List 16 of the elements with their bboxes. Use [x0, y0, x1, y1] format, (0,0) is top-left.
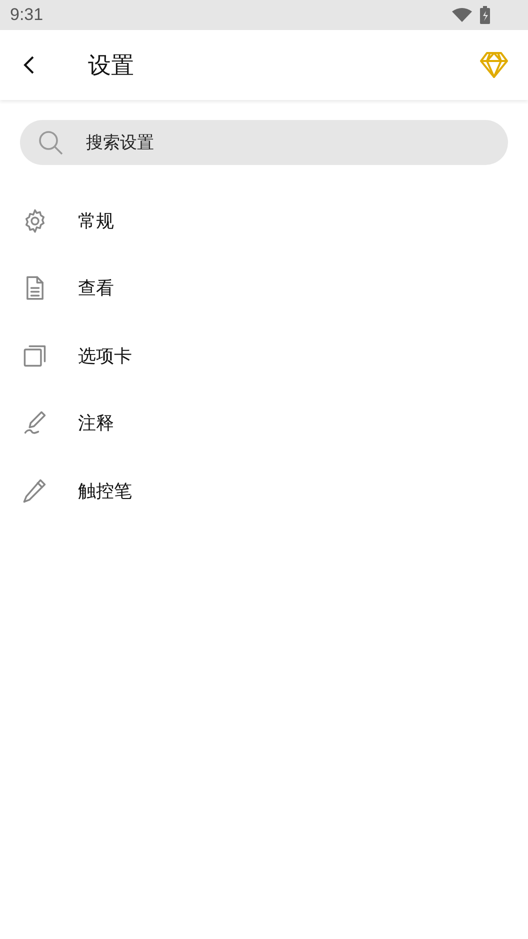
search-icon: [38, 130, 64, 156]
settings-item[interactable]: 触控笔: [0, 457, 528, 524]
status-time: 9:31: [10, 5, 44, 25]
tabs-icon: [22, 342, 48, 369]
wifi-icon: [452, 8, 472, 22]
search-field[interactable]: 搜索设置: [84, 132, 490, 154]
pen-signature-icon: [22, 410, 48, 436]
search-bar[interactable]: 搜索设置: [20, 120, 508, 165]
settings-item[interactable]: 常规: [0, 187, 528, 254]
pencil-icon: [22, 478, 48, 504]
page-title: 设置: [88, 52, 135, 80]
settings-item[interactable]: 查看: [0, 254, 528, 322]
settings-item[interactable]: 选项卡: [0, 322, 528, 390]
battery-icon: [480, 6, 490, 24]
settings-item[interactable]: 注释: [0, 390, 528, 457]
back-icon: [22, 55, 36, 75]
